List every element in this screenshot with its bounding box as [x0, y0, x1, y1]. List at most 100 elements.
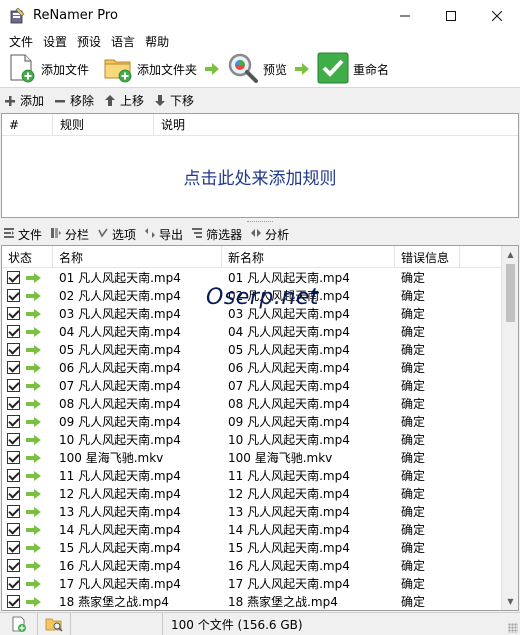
status-folder-icon[interactable]	[38, 612, 71, 635]
row-checkbox[interactable]	[7, 270, 20, 284]
analyze-label: 分析	[265, 228, 290, 242]
row-checkbox[interactable]	[7, 342, 20, 356]
row-checkbox[interactable]	[7, 324, 20, 338]
table-row[interactable]: 18 燕家堡之战.mp4 18 燕家堡之战.mp4 确定	[2, 592, 501, 610]
table-row[interactable]: 12 凡人风起天南.mp4 12 凡人风起天南.mp4 确定	[2, 484, 501, 502]
minimize-button[interactable]	[382, 0, 428, 31]
col-status[interactable]: 状态	[2, 246, 53, 268]
table-row[interactable]: 17 凡人风起天南.mp4 17 凡人风起天南.mp4 确定	[2, 574, 501, 592]
row-status	[2, 358, 53, 376]
row-name: 09 凡人风起天南.mp4	[59, 414, 181, 429]
status-spacer	[71, 612, 163, 635]
row-checkbox[interactable]	[7, 558, 20, 572]
col-new-name[interactable]: 新名称	[222, 246, 395, 268]
scroll-up-icon[interactable]: ▲	[502, 246, 518, 263]
row-checkbox[interactable]	[7, 504, 20, 518]
menu-presets[interactable]: 预设	[72, 33, 106, 50]
main-toolbar: 添加文件 添加文件夹 预览 重命名	[0, 51, 520, 88]
row-checkbox[interactable]	[7, 306, 20, 320]
add-rules-hint[interactable]: 点击此处来添加规则	[2, 164, 518, 189]
row-checkbox[interactable]	[7, 432, 20, 446]
row-checkbox[interactable]	[7, 486, 20, 500]
row-new-name: 06 凡人风起天南.mp4	[228, 360, 350, 375]
move-up-button[interactable]: 上移	[104, 92, 144, 109]
row-checkbox[interactable]	[7, 360, 20, 374]
arrow-right-icon	[26, 380, 41, 391]
maximize-button[interactable]	[428, 0, 474, 31]
status-bar: 100 个文件 (156.6 GB)	[0, 612, 520, 635]
arrow-right-icon	[26, 452, 41, 463]
table-row[interactable]: 07 凡人风起天南.mp4 07 凡人风起天南.mp4 确定	[2, 376, 501, 394]
add-file-icon	[7, 53, 37, 86]
options-button[interactable]: 选项	[98, 226, 136, 243]
row-checkbox[interactable]	[7, 450, 20, 464]
remove-rule-button[interactable]: 移除	[54, 92, 94, 109]
analyze-button[interactable]: 分析	[251, 226, 289, 243]
row-name: 03 凡人风起天南.mp4	[59, 306, 181, 321]
status-add-icon[interactable]	[0, 612, 38, 635]
rules-col-number[interactable]: #	[2, 113, 53, 136]
table-row[interactable]: 13 凡人风起天南.mp4 13 凡人风起天南.mp4 确定	[2, 502, 501, 520]
table-row[interactable]: 100 星海飞驰.mkv 100 星海飞驰.mkv 确定	[2, 448, 501, 466]
table-row[interactable]: 08 凡人风起天南.mp4 08 凡人风起天南.mp4 确定	[2, 394, 501, 412]
title-bar: ReNamer Pro	[0, 0, 520, 31]
export-button[interactable]: 导出	[145, 226, 183, 243]
table-row[interactable]: 01 凡人风起天南.mp4 01 凡人风起天南.mp4 确定	[2, 268, 501, 286]
table-row[interactable]: 06 凡人风起天南.mp4 06 凡人风起天南.mp4 确定	[2, 358, 501, 376]
row-checkbox[interactable]	[7, 468, 20, 482]
table-row[interactable]: 10 凡人风起天南.mp4 10 凡人风起天南.mp4 确定	[2, 430, 501, 448]
files-list: 01 凡人风起天南.mp4 01 凡人风起天南.mp4 确定 02 凡人风起天南.mp…	[2, 268, 501, 610]
menu-file[interactable]: 文件	[4, 33, 38, 50]
table-row[interactable]: 11 凡人风起天南.mp4 11 凡人风起天南.mp4 确定	[2, 466, 501, 484]
vertical-scrollbar[interactable]: ▲ ▼	[501, 246, 518, 610]
row-new-name: 10 凡人风起天南.mp4	[228, 432, 350, 447]
row-checkbox[interactable]	[7, 396, 20, 410]
row-checkbox[interactable]	[7, 288, 20, 302]
table-row[interactable]: 15 凡人风起天南.mp4 15 凡人风起天南.mp4 确定	[2, 538, 501, 556]
row-new-name: 13 凡人风起天南.mp4	[228, 504, 350, 519]
row-checkbox[interactable]	[7, 540, 20, 554]
menu-settings[interactable]: 设置	[38, 33, 72, 50]
row-status	[2, 268, 53, 286]
resize-grip-icon[interactable]	[508, 623, 518, 633]
col-error[interactable]: 错误信息	[395, 246, 460, 268]
table-row[interactable]: 09 凡人风起天南.mp4 09 凡人风起天南.mp4 确定	[2, 412, 501, 430]
options-label: 选项	[112, 228, 137, 242]
columns-button[interactable]: 分栏	[51, 226, 89, 243]
move-down-button[interactable]: 下移	[154, 92, 194, 109]
table-row[interactable]: 05 凡人风起天南.mp4 05 凡人风起天南.mp4 确定	[2, 340, 501, 358]
row-status	[2, 448, 53, 466]
magnifier-icon	[227, 52, 259, 87]
close-button[interactable]	[474, 0, 520, 31]
row-name: 12 凡人风起天南.mp4	[59, 486, 181, 501]
col-name[interactable]: 名称	[53, 246, 222, 268]
table-row[interactable]: 04 凡人风起天南.mp4 04 凡人风起天南.mp4 确定	[2, 322, 501, 340]
scroll-down-icon[interactable]: ▼	[502, 593, 518, 610]
add-rule-button[interactable]: 添加	[4, 92, 44, 109]
rules-col-rule[interactable]: 规则	[53, 113, 154, 136]
rename-button[interactable]: 重命名	[314, 52, 392, 86]
rules-panel[interactable]: # 规则 说明 点击此处来添加规则	[1, 113, 519, 218]
menu-help[interactable]: 帮助	[140, 33, 174, 50]
add-files-button[interactable]: 添加文件	[4, 52, 92, 86]
table-row[interactable]: 14 凡人风起天南.mp4 14 凡人风起天南.mp4 确定	[2, 520, 501, 538]
menu-language[interactable]: 语言	[106, 33, 140, 50]
row-new-name: 100 星海飞驰.mkv	[228, 450, 333, 465]
row-name: 02 凡人风起天南.mp4	[59, 288, 181, 303]
row-checkbox[interactable]	[7, 414, 20, 428]
row-checkbox[interactable]	[7, 594, 20, 608]
rules-col-description[interactable]: 说明	[154, 114, 518, 136]
arrow-right-icon	[26, 398, 41, 409]
preview-button[interactable]: 预览	[224, 52, 290, 86]
file-menu-button[interactable]: 文件	[4, 226, 42, 243]
row-checkbox[interactable]	[7, 576, 20, 590]
row-checkbox[interactable]	[7, 522, 20, 536]
window-title: ReNamer Pro	[33, 8, 118, 23]
table-row[interactable]: 16 凡人风起天南.mp4 16 凡人风起天南.mp4 确定	[2, 556, 501, 574]
add-folder-button[interactable]: 添加文件夹	[100, 52, 200, 86]
row-error: 确定	[401, 540, 426, 555]
row-checkbox[interactable]	[7, 378, 20, 392]
filter-button[interactable]: 筛选器	[192, 226, 242, 243]
scrollbar-thumb[interactable]	[506, 264, 515, 322]
row-name: 06 凡人风起天南.mp4	[59, 360, 181, 375]
